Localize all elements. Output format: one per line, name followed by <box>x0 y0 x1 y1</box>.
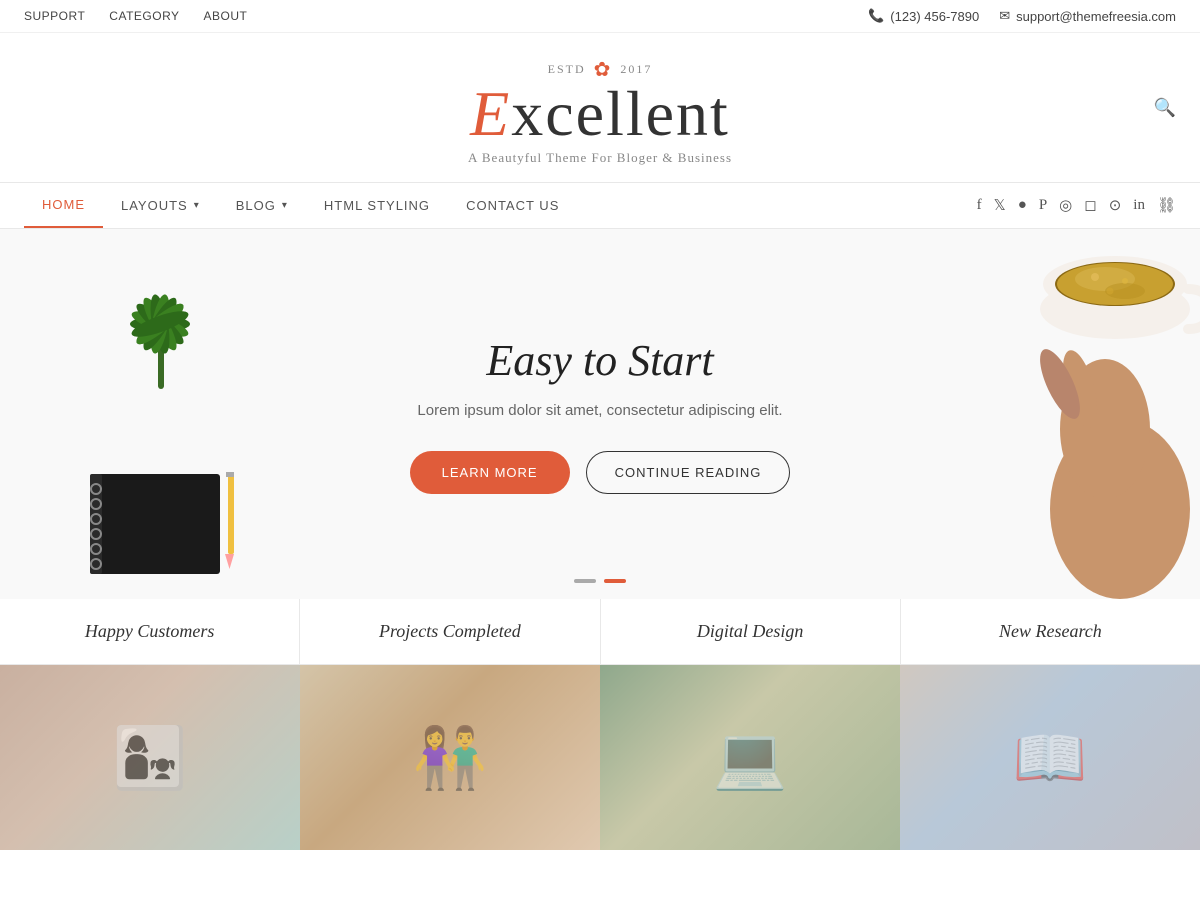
top-nav-about[interactable]: ABOUT <box>204 9 248 23</box>
email-icon: ✉ <box>999 8 1010 24</box>
coffee-svg <box>950 229 1200 599</box>
stat-new-research: New Research <box>901 599 1200 664</box>
pinterest-icon[interactable]: P <box>1039 197 1047 214</box>
link-icon[interactable]: ⛓ <box>1157 196 1176 215</box>
facebook-icon[interactable]: f <box>977 197 982 214</box>
hero-slider: Easy to Start Lorem ipsum dolor sit amet… <box>0 229 1200 599</box>
top-nav-category[interactable]: CATEGORY <box>109 9 179 23</box>
hero-description: Lorem ipsum dolor sit amet, consectetur … <box>410 402 791 419</box>
instagram-icon[interactable]: ◻ <box>1084 196 1096 215</box>
hero-left-images <box>0 229 320 599</box>
site-title[interactable]: Excellent <box>0 82 1200 146</box>
notebook-svg <box>70 469 250 579</box>
search-icon[interactable]: 🔍 <box>1154 97 1176 118</box>
slide-dot-2[interactable] <box>604 579 626 583</box>
plant-svg <box>85 269 235 399</box>
circle-icon[interactable]: ● <box>1018 197 1027 214</box>
nav-contact-us[interactable]: CONTACT US <box>448 183 577 228</box>
plant-image <box>85 269 235 399</box>
nav-links: HOME LAYOUTS▾ BLOG▾ HTML STYLING CONTACT… <box>24 183 577 228</box>
grid-image-desk[interactable] <box>600 665 900 850</box>
top-nav-support[interactable]: SUPPORT <box>24 9 85 23</box>
logo-subtitle: A Beautyful Theme For Bloger & Business <box>0 150 1200 166</box>
stats-bar: Happy Customers Projects Completed Digit… <box>0 599 1200 665</box>
grid-image-reading[interactable] <box>900 665 1200 850</box>
estd-year: 2017 <box>620 62 652 77</box>
email-contact: ✉ support@themefreesia.com <box>999 8 1176 24</box>
nav-home[interactable]: HOME <box>24 183 103 228</box>
notebook-image <box>70 469 250 579</box>
logo-rest: xcellent <box>511 78 730 149</box>
phone-number: (123) 456-7890 <box>890 9 979 24</box>
hero-buttons: LEARN MORE CONTINUE READING <box>410 451 791 494</box>
estd-label: ESTD <box>548 62 586 77</box>
chevron-down-icon: ▾ <box>194 200 200 211</box>
linkedin-icon[interactable]: in <box>1133 197 1145 214</box>
top-contact: 📞 (123) 456-7890 ✉ support@themefreesia.… <box>868 8 1176 24</box>
nav-blog[interactable]: BLOG▾ <box>218 183 306 228</box>
top-bar: SUPPORT CATEGORY ABOUT 📞 (123) 456-7890 … <box>0 0 1200 33</box>
dribbble-icon[interactable]: ◎ <box>1059 196 1072 215</box>
slider-dots <box>574 579 626 583</box>
phone-contact: 📞 (123) 456-7890 <box>868 8 979 24</box>
social-links: f 𝕏 ● P ◎ ◻ ⊙ in ⛓ <box>977 196 1176 215</box>
top-nav: SUPPORT CATEGORY ABOUT <box>24 9 247 23</box>
email-address: support@themefreesia.com <box>1016 9 1176 24</box>
nav-layouts[interactable]: LAYOUTS▾ <box>103 183 218 228</box>
flickr-icon[interactable]: ⊙ <box>1109 196 1122 215</box>
stat-digital-design: Digital Design <box>601 599 901 664</box>
continue-reading-button[interactable]: CONTINUE READING <box>586 451 791 494</box>
grid-image-family[interactable] <box>0 665 300 850</box>
stat-happy-customers: Happy Customers <box>0 599 300 664</box>
hero-right-image <box>950 229 1200 599</box>
logo-first-letter: E <box>470 78 511 149</box>
hero-title: Easy to Start <box>410 335 791 386</box>
hero-content: Easy to Start Lorem ipsum dolor sit amet… <box>410 335 791 494</box>
main-nav: HOME LAYOUTS▾ BLOG▾ HTML STYLING CONTACT… <box>0 182 1200 229</box>
grid-image-couple[interactable] <box>300 665 600 850</box>
image-grid <box>0 665 1200 850</box>
learn-more-button[interactable]: LEARN MORE <box>410 451 570 494</box>
stat-projects-completed: Projects Completed <box>300 599 600 664</box>
twitter-icon[interactable]: 𝕏 <box>994 196 1006 215</box>
chevron-down-icon: ▾ <box>282 200 288 211</box>
slide-dot-1[interactable] <box>574 579 596 583</box>
nav-html-styling[interactable]: HTML STYLING <box>306 183 448 228</box>
logo-area: ESTD ✿ 2017 Excellent A Beautyful Theme … <box>0 33 1200 182</box>
phone-icon: 📞 <box>868 8 884 24</box>
